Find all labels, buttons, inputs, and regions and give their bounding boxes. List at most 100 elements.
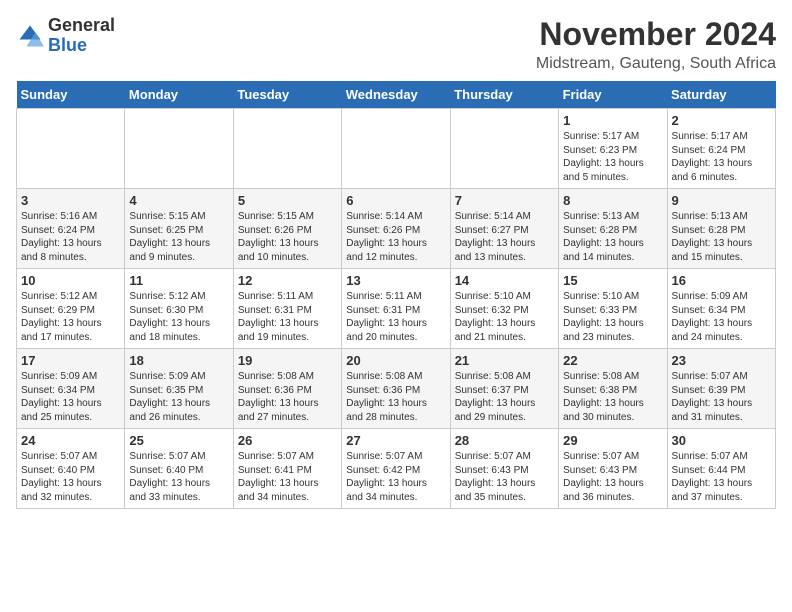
day-number: 20 — [346, 353, 445, 368]
day-number: 23 — [672, 353, 771, 368]
day-info: Sunrise: 5:14 AM Sunset: 6:27 PM Dayligh… — [455, 210, 554, 264]
day-info: Sunrise: 5:11 AM Sunset: 6:31 PM Dayligh… — [238, 290, 337, 344]
day-info: Sunrise: 5:15 AM Sunset: 6:25 PM Dayligh… — [129, 210, 228, 264]
calendar-cell: 26 Sunrise: 5:07 AM Sunset: 6:41 PM Dayli… — [233, 429, 341, 509]
calendar-cell: 18Sunrise: 5:09 AM Sunset: 6:35 PM Dayli… — [125, 349, 233, 429]
calendar-cell — [450, 109, 558, 189]
day-number: 12 — [238, 273, 337, 288]
calendar-cell: 30Sunrise: 5:07 AM Sunset: 6:44 PM Dayli… — [667, 429, 775, 509]
day-number: 2 — [672, 113, 771, 128]
weekday-header-monday: Monday — [125, 81, 233, 109]
day-number: 18 — [129, 353, 228, 368]
weekday-header-tuesday: Tuesday — [233, 81, 341, 109]
day-number: 27 — [346, 433, 445, 448]
day-info: Sunrise: 5:07 AM Sunset: 6:39 PM Dayligh… — [672, 370, 771, 424]
calendar-cell — [342, 109, 450, 189]
day-number: 9 — [672, 193, 771, 208]
calendar-cell: 2 Sunrise: 5:17 AM Sunset: 6:24 PM Daylig… — [667, 109, 775, 189]
calendar-cell: 19 Sunrise: 5:08 AM Sunset: 6:36 PM Dayli… — [233, 349, 341, 429]
calendar-cell: 9 Sunrise: 5:13 AM Sunset: 6:28 PM Daylig… — [667, 189, 775, 269]
weekday-header-friday: Friday — [559, 81, 667, 109]
weekday-header-row: SundayMondayTuesdayWednesdayThursdayFrid… — [17, 81, 776, 109]
calendar-cell: 29 Sunrise: 5:07 AM Sunset: 6:43 PM Dayli… — [559, 429, 667, 509]
calendar-cell — [17, 109, 125, 189]
calendar-body: 1 Sunrise: 5:17 AM Sunset: 6:23 PM Daylig… — [17, 109, 776, 509]
calendar-cell: 10 Sunrise: 5:12 AM Sunset: 6:29 PM Dayli… — [17, 269, 125, 349]
day-info: Sunrise: 5:17 AM Sunset: 6:24 PM Dayligh… — [672, 130, 771, 184]
calendar-cell: 27 Sunrise: 5:07 AM Sunset: 6:42 PM Dayli… — [342, 429, 450, 509]
day-info: Sunrise: 5:07 AM Sunset: 6:41 PM Dayligh… — [238, 450, 337, 504]
day-info: Sunrise: 5:08 AM Sunset: 6:36 PM Dayligh… — [238, 370, 337, 424]
calendar-cell: 11Sunrise: 5:12 AM Sunset: 6:30 PM Dayli… — [125, 269, 233, 349]
calendar-cell: 21Sunrise: 5:08 AM Sunset: 6:37 PM Dayli… — [450, 349, 558, 429]
day-info: Sunrise: 5:10 AM Sunset: 6:32 PM Dayligh… — [455, 290, 554, 344]
calendar-cell: 24Sunrise: 5:07 AM Sunset: 6:40 PM Dayli… — [17, 429, 125, 509]
month-title: November 2024 — [536, 16, 776, 53]
calendar-cell: 13Sunrise: 5:11 AM Sunset: 6:31 PM Dayli… — [342, 269, 450, 349]
calendar-cell — [125, 109, 233, 189]
calendar-cell: 28Sunrise: 5:07 AM Sunset: 6:43 PM Dayli… — [450, 429, 558, 509]
day-number: 10 — [21, 273, 120, 288]
day-number: 24 — [21, 433, 120, 448]
day-number: 29 — [563, 433, 662, 448]
day-number: 5 — [238, 193, 337, 208]
day-info: Sunrise: 5:15 AM Sunset: 6:26 PM Dayligh… — [238, 210, 337, 264]
day-number: 11 — [129, 273, 228, 288]
calendar-week-2: 10 Sunrise: 5:12 AM Sunset: 6:29 PM Dayli… — [17, 269, 776, 349]
day-number: 14 — [455, 273, 554, 288]
day-number: 3 — [21, 193, 120, 208]
weekday-header-sunday: Sunday — [17, 81, 125, 109]
calendar-cell: 23 Sunrise: 5:07 AM Sunset: 6:39 PM Dayli… — [667, 349, 775, 429]
day-number: 1 — [563, 113, 662, 128]
calendar-cell: 4 Sunrise: 5:15 AM Sunset: 6:25 PM Daylig… — [125, 189, 233, 269]
calendar-cell: 6 Sunrise: 5:14 AM Sunset: 6:26 PM Daylig… — [342, 189, 450, 269]
day-info: Sunrise: 5:10 AM Sunset: 6:33 PM Dayligh… — [563, 290, 662, 344]
header: General Blue November 2024 Midstream, Ga… — [16, 16, 776, 73]
day-number: 17 — [21, 353, 120, 368]
day-number: 28 — [455, 433, 554, 448]
day-info: Sunrise: 5:11 AM Sunset: 6:31 PM Dayligh… — [346, 290, 445, 344]
day-info: Sunrise: 5:07 AM Sunset: 6:40 PM Dayligh… — [129, 450, 228, 504]
calendar-week-0: 1 Sunrise: 5:17 AM Sunset: 6:23 PM Daylig… — [17, 109, 776, 189]
day-info: Sunrise: 5:14 AM Sunset: 6:26 PM Dayligh… — [346, 210, 445, 264]
day-info: Sunrise: 5:07 AM Sunset: 6:42 PM Dayligh… — [346, 450, 445, 504]
day-info: Sunrise: 5:07 AM Sunset: 6:43 PM Dayligh… — [563, 450, 662, 504]
logo-icon — [16, 22, 44, 50]
calendar-header: SundayMondayTuesdayWednesdayThursdayFrid… — [17, 81, 776, 109]
day-number: 15 — [563, 273, 662, 288]
calendar-cell: 17Sunrise: 5:09 AM Sunset: 6:34 PM Dayli… — [17, 349, 125, 429]
day-info: Sunrise: 5:08 AM Sunset: 6:37 PM Dayligh… — [455, 370, 554, 424]
calendar-cell: 25 Sunrise: 5:07 AM Sunset: 6:40 PM Dayli… — [125, 429, 233, 509]
day-info: Sunrise: 5:13 AM Sunset: 6:28 PM Dayligh… — [563, 210, 662, 264]
calendar-week-4: 24 Sunrise: 5:07 AM Sunset: 6:40 PM Dayli… — [17, 429, 776, 509]
day-number: 25 — [129, 433, 228, 448]
calendar-cell: 15 Sunrise: 5:10 AM Sunset: 6:33 PM Dayli… — [559, 269, 667, 349]
location-subtitle: Midstream, Gauteng, South Africa — [536, 55, 776, 73]
day-info: Sunrise: 5:09 AM Sunset: 6:34 PM Dayligh… — [672, 290, 771, 344]
calendar-cell: 7 Sunrise: 5:14 AM Sunset: 6:27 PM Daylig… — [450, 189, 558, 269]
calendar-cell: 1 Sunrise: 5:17 AM Sunset: 6:23 PM Daylig… — [559, 109, 667, 189]
calendar-cell: 14 Sunrise: 5:10 AM Sunset: 6:32 PM Dayli… — [450, 269, 558, 349]
day-number: 16 — [672, 273, 771, 288]
calendar-cell: 5 Sunrise: 5:15 AM Sunset: 6:26 PM Daylig… — [233, 189, 341, 269]
day-info: Sunrise: 5:13 AM Sunset: 6:28 PM Dayligh… — [672, 210, 771, 264]
day-info: Sunrise: 5:16 AM Sunset: 6:24 PM Dayligh… — [21, 210, 120, 264]
day-number: 4 — [129, 193, 228, 208]
calendar-cell: 20 Sunrise: 5:08 AM Sunset: 6:36 PM Dayli… — [342, 349, 450, 429]
day-number: 7 — [455, 193, 554, 208]
weekday-header-wednesday: Wednesday — [342, 81, 450, 109]
day-number: 26 — [238, 433, 337, 448]
logo-text: General Blue — [48, 16, 115, 56]
calendar-cell: 8Sunrise: 5:13 AM Sunset: 6:28 PM Daylig… — [559, 189, 667, 269]
day-info: Sunrise: 5:17 AM Sunset: 6:23 PM Dayligh… — [563, 130, 662, 184]
day-number: 22 — [563, 353, 662, 368]
calendar-cell: 22Sunrise: 5:08 AM Sunset: 6:38 PM Dayli… — [559, 349, 667, 429]
calendar-week-3: 17Sunrise: 5:09 AM Sunset: 6:34 PM Dayli… — [17, 349, 776, 429]
weekday-header-thursday: Thursday — [450, 81, 558, 109]
day-number: 6 — [346, 193, 445, 208]
day-info: Sunrise: 5:12 AM Sunset: 6:29 PM Dayligh… — [21, 290, 120, 344]
day-number: 19 — [238, 353, 337, 368]
logo: General Blue — [16, 16, 115, 56]
day-info: Sunrise: 5:08 AM Sunset: 6:36 PM Dayligh… — [346, 370, 445, 424]
calendar-cell: 16 Sunrise: 5:09 AM Sunset: 6:34 PM Dayli… — [667, 269, 775, 349]
